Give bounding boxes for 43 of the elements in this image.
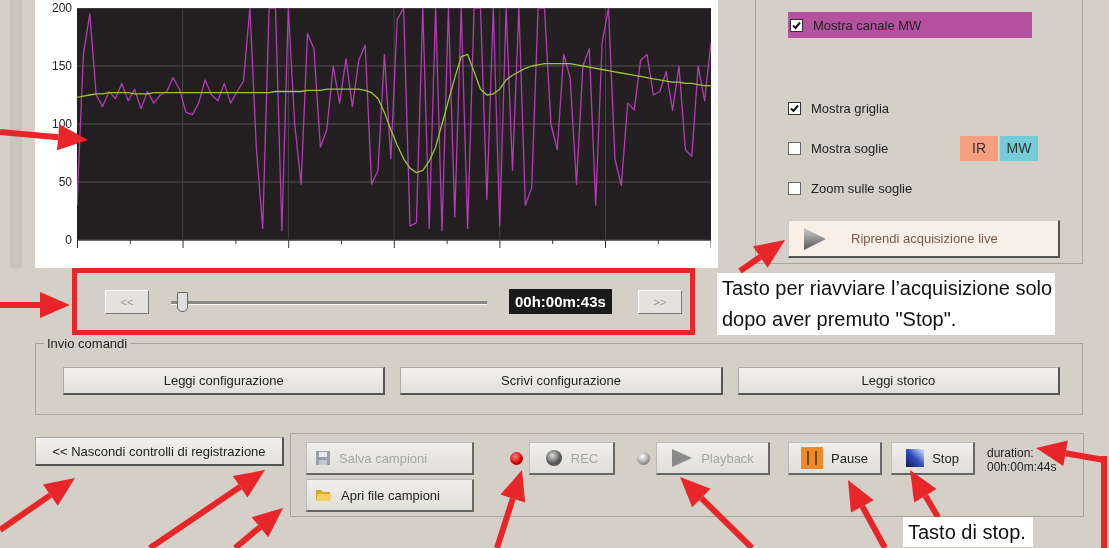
axis-label: 50 xyxy=(58,175,72,189)
checkbox[interactable] xyxy=(788,141,801,155)
annotation-arrow xyxy=(910,470,941,519)
command-button[interactable]: Leggi configurazione xyxy=(63,367,386,395)
checkbox[interactable] xyxy=(790,18,803,32)
annotation-arrow xyxy=(848,480,888,548)
pause-icon xyxy=(801,447,824,469)
slider-thumb[interactable] xyxy=(177,291,189,312)
play-icon xyxy=(671,448,694,468)
command-button[interactable]: Leggi storico xyxy=(737,367,1060,395)
duration-label: duration: xyxy=(987,446,1035,460)
stop-button[interactable]: Stop xyxy=(891,442,975,475)
checkbox-label: Mostra griglia xyxy=(811,100,890,116)
annotation-arrow xyxy=(0,292,70,318)
checkbox-label: Mostra soglie xyxy=(811,140,889,156)
checkbox-label: Zoom sulle soglie xyxy=(811,180,913,196)
resume-live-button[interactable]: Riprendi acquisizione live xyxy=(788,220,1060,258)
pause-button[interactable]: Pause xyxy=(788,442,882,475)
timeline-slider[interactable] xyxy=(171,291,487,312)
sphere-icon xyxy=(544,449,563,467)
annotation-text: Tasto di stop. xyxy=(903,517,1033,547)
check-icon xyxy=(789,102,800,114)
threshold-tag: IR xyxy=(960,135,998,161)
group-title: Invio comandi xyxy=(44,336,131,351)
time-display: 00h:00m:43s xyxy=(509,289,612,314)
hide-controls-button[interactable]: << Nascondi controlli di registrazione xyxy=(35,437,284,466)
annotation-arrow xyxy=(738,240,785,274)
check-icon xyxy=(791,19,802,31)
stop-icon xyxy=(906,449,925,467)
folder-icon xyxy=(315,487,333,503)
axis-label: 0 xyxy=(65,233,72,247)
play-icon xyxy=(803,226,827,251)
checkbox-label: Mostra canale MW xyxy=(813,17,922,33)
threshold-tag: MW xyxy=(1000,135,1038,161)
open-button[interactable]: Apri file campioni xyxy=(306,479,474,512)
axis-label: 200 xyxy=(51,1,72,15)
floppy-icon xyxy=(315,450,331,466)
command-button[interactable]: Scrivi configurazione xyxy=(400,367,723,395)
checkbox[interactable] xyxy=(788,101,801,115)
annotation-text: Tasto per riavviare l’acquisizione solo dopo aver premuto "Stop". xyxy=(717,273,1055,335)
checkbox[interactable] xyxy=(788,181,801,195)
axis-label: 150 xyxy=(51,59,72,73)
duration-value: 00h:00m:44s xyxy=(987,460,1057,474)
